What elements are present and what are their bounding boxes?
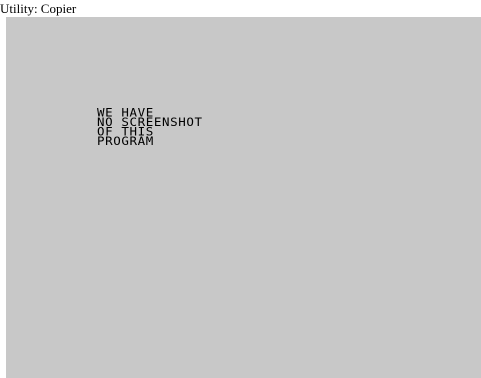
placeholder-message: WE HAVE NO SCREENSHOT OF THIS PROGRAM [97, 106, 203, 148]
program-caption: Utility: Copier [0, 1, 77, 16]
page: Utility: Copier WE HAVE NO SCREENSHOT OF… [0, 0, 481, 378]
screenshot-placeholder: WE HAVE NO SCREENSHOT OF THIS PROGRAM [6, 17, 481, 378]
placeholder-line-4: PROGRAM [97, 133, 154, 148]
